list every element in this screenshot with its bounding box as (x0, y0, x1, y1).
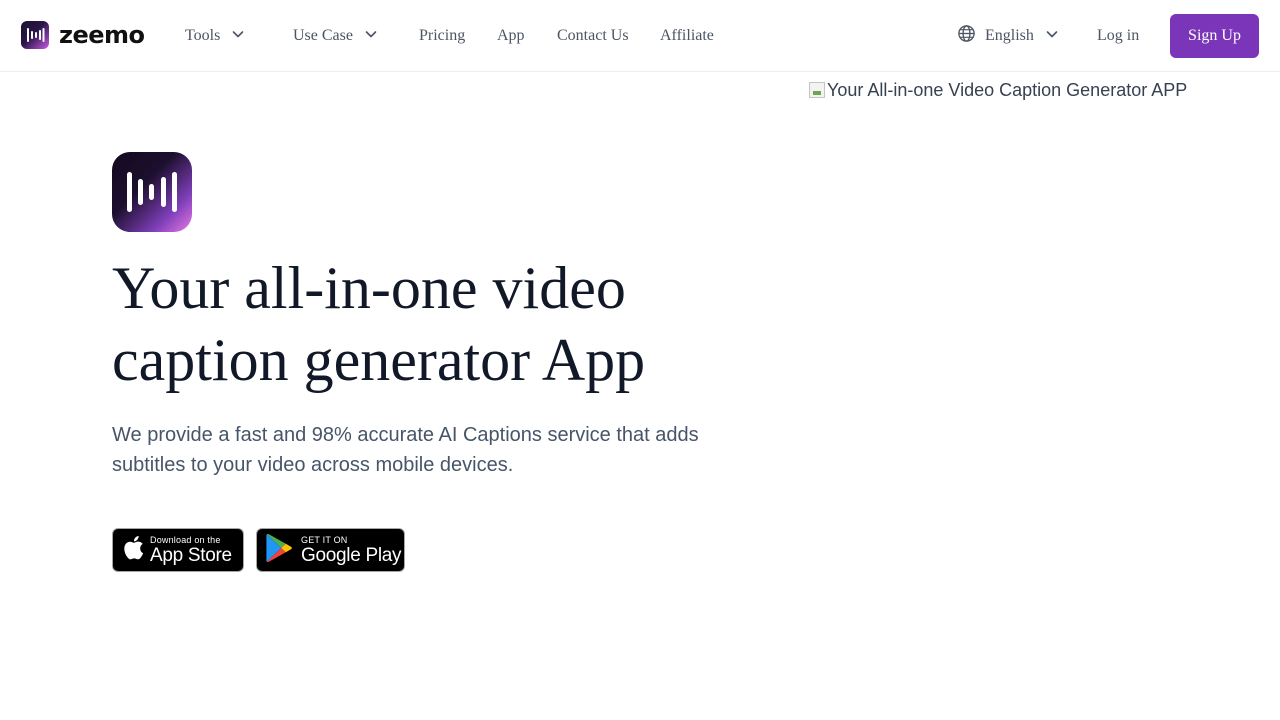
zeemo-logo-icon (21, 21, 49, 49)
hero-title-line2: caption generator App (112, 327, 646, 393)
nav-tools-label: Tools (185, 27, 221, 44)
google-play-text: GET IT ON Google Play (301, 534, 402, 566)
google-play-button[interactable]: GET IT ON Google Play (256, 528, 405, 572)
zeemo-app-icon (112, 152, 192, 232)
chevron-down-icon (1044, 26, 1060, 47)
nav-use-case-label: Use Case (293, 27, 353, 44)
app-store-small-text: Download on the (150, 534, 221, 545)
hero-image-alt: Your All-in-one Video Caption Generator … (827, 80, 1188, 100)
globe-icon (957, 24, 976, 48)
language-label: English (985, 27, 1034, 44)
nav-pricing[interactable]: Pricing (419, 0, 465, 72)
chevron-down-icon (363, 26, 379, 47)
signup-button[interactable]: Sign Up (1170, 14, 1259, 58)
login-link[interactable]: Log in (1097, 0, 1139, 72)
nav-contact-us[interactable]: Contact Us (557, 0, 629, 72)
brand-name: zeemo (59, 21, 145, 49)
nav-app[interactable]: App (497, 0, 525, 72)
nav-use-case[interactable]: Use Case (293, 0, 379, 72)
hero-description: We provide a fast and 98% accurate AI Ca… (112, 424, 699, 476)
chevron-down-icon (230, 26, 246, 47)
broken-image-icon (809, 82, 825, 98)
language-selector[interactable]: English (957, 0, 1060, 72)
hero-title: Your all-in-one video caption generator … (112, 252, 752, 396)
google-play-icon (266, 533, 293, 568)
app-store-text: Download on the App Store (150, 535, 232, 566)
hero-image: Your All-in-one Video Caption Generator … (809, 80, 1189, 100)
nav-affiliate[interactable]: Affiliate (660, 0, 714, 72)
apple-icon (123, 535, 144, 565)
app-store-button[interactable]: Download on the App Store (112, 528, 244, 572)
google-play-big-text: Google Play (301, 544, 402, 566)
google-play-small-text: GET IT ON (301, 534, 348, 545)
nav-tools[interactable]: Tools (185, 0, 246, 72)
app-store-big-text: App Store (150, 544, 232, 566)
zeemo-logo[interactable]: zeemo (21, 21, 145, 49)
site-header: zeemo Tools Use Case Pricing App Contact… (0, 0, 1280, 72)
hero-title-line1: Your all-in-one video (112, 255, 626, 321)
